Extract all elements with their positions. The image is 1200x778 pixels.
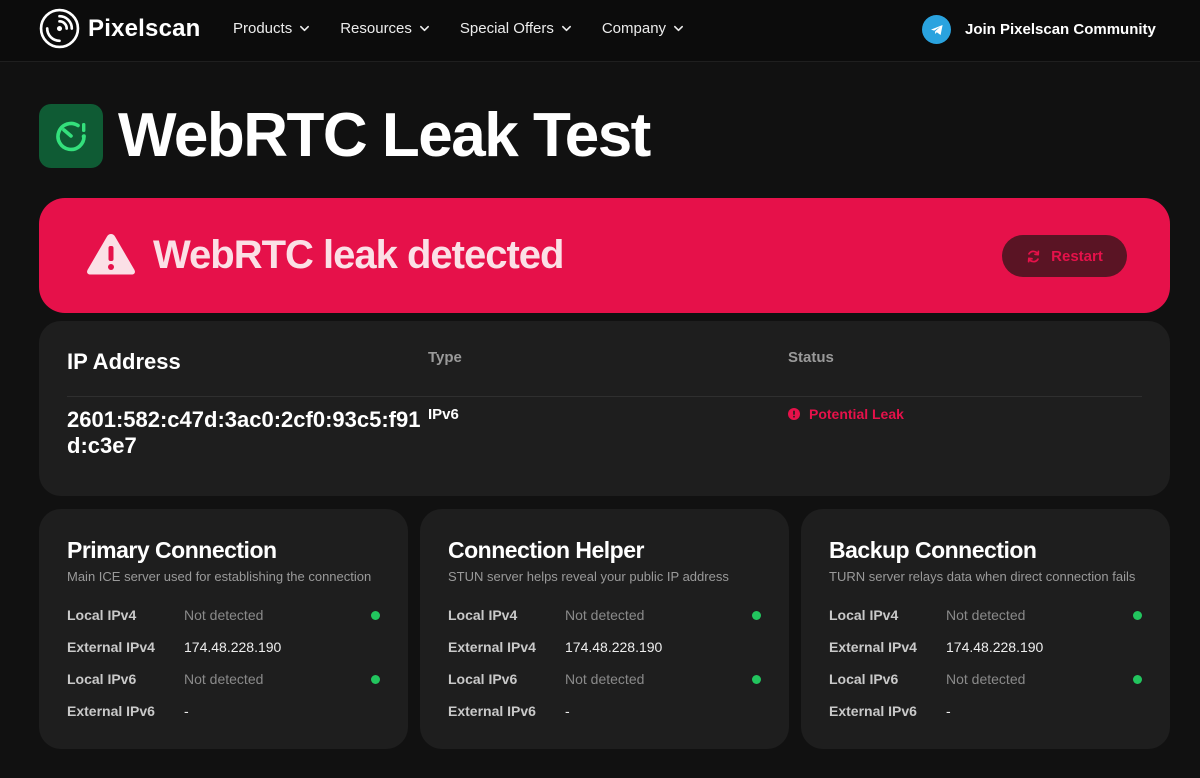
warning-icon bbox=[87, 234, 135, 275]
status-label: Potential Leak bbox=[809, 406, 904, 422]
alert-circle-icon bbox=[788, 408, 800, 420]
restart-label: Restart bbox=[1051, 247, 1103, 265]
chevron-down-icon bbox=[674, 25, 684, 32]
main-menu: Products Resources Special Offers Compan… bbox=[233, 20, 714, 37]
brand-logo[interactable]: Pixelscan bbox=[39, 8, 201, 49]
join-community-link[interactable]: Join Pixelscan Community bbox=[922, 15, 1156, 44]
nav-item-label: Company bbox=[601, 20, 667, 37]
row-value: - bbox=[946, 703, 951, 719]
row-local-ipv4: Local IPv4 Not detected bbox=[67, 605, 380, 625]
row-external-ipv4: External IPv4 174.48.228.190 bbox=[829, 637, 1142, 657]
row-external-ipv6: External IPv6 - bbox=[829, 701, 1142, 721]
nav-item-label: Products bbox=[233, 20, 293, 37]
row-label: External IPv4 bbox=[448, 639, 536, 655]
chevron-down-icon bbox=[419, 25, 429, 32]
column-header-type: Type bbox=[428, 349, 462, 366]
status-dot-icon bbox=[371, 611, 380, 620]
row-value: Not detected bbox=[946, 671, 1026, 687]
nav-item-label: Special Offers bbox=[459, 20, 554, 37]
row-value: Not detected bbox=[565, 671, 645, 687]
leak-status-message: WebRTC leak detected bbox=[153, 233, 564, 277]
row-external-ipv4: External IPv4 174.48.228.190 bbox=[67, 637, 380, 657]
community-label: Join Pixelscan Community bbox=[965, 21, 1156, 38]
status-dot-icon bbox=[1133, 675, 1142, 684]
row-label: External IPv4 bbox=[67, 639, 155, 655]
row-local-ipv4: Local IPv4 Not detected bbox=[829, 605, 1142, 625]
brand-name: Pixelscan bbox=[88, 14, 201, 42]
status-dot-icon bbox=[752, 675, 761, 684]
row-value: - bbox=[184, 703, 189, 719]
row-label: Local IPv4 bbox=[67, 607, 137, 623]
chevron-down-icon bbox=[300, 25, 310, 32]
card-title: Backup Connection bbox=[829, 537, 1037, 563]
ip-address-table: IP Address Type Status 2601:582:c47d:3ac… bbox=[39, 321, 1170, 496]
row-label: Local IPv4 bbox=[829, 607, 899, 623]
row-external-ipv6: External IPv6 - bbox=[448, 701, 761, 721]
row-value: Not detected bbox=[946, 607, 1026, 623]
row-local-ipv6: Local IPv6 Not detected bbox=[67, 669, 380, 689]
pixelscan-logo-icon bbox=[39, 8, 80, 49]
telegram-icon bbox=[922, 15, 951, 44]
card-title: Connection Helper bbox=[448, 537, 644, 563]
row-label: External IPv4 bbox=[829, 639, 917, 655]
page-title: WebRTC Leak Test bbox=[118, 101, 651, 170]
card-subtitle: Main ICE server used for establishing th… bbox=[67, 569, 372, 584]
top-navbar: Pixelscan Products Resources Special Off… bbox=[0, 0, 1200, 62]
row-value: 174.48.228.190 bbox=[946, 639, 1044, 655]
status-badge: Potential Leak bbox=[788, 406, 904, 422]
nav-item-special-offers[interactable]: Special Offers bbox=[460, 20, 572, 37]
backup-connection-card: Backup Connection TURN server relays dat… bbox=[801, 509, 1170, 749]
row-label: Local IPv6 bbox=[67, 671, 137, 687]
nav-item-company[interactable]: Company bbox=[602, 20, 684, 37]
row-value: 174.48.228.190 bbox=[184, 639, 282, 655]
card-subtitle: STUN server helps reveal your public IP … bbox=[448, 569, 729, 584]
card-subtitle: TURN server relays data when direct conn… bbox=[829, 569, 1136, 584]
chevron-down-icon bbox=[561, 25, 571, 32]
row-label: External IPv6 bbox=[67, 703, 155, 719]
row-label: Local IPv6 bbox=[448, 671, 518, 687]
row-local-ipv6: Local IPv6 Not detected bbox=[448, 669, 761, 689]
restart-button[interactable]: Restart bbox=[1002, 235, 1127, 277]
row-value: Not detected bbox=[184, 671, 264, 687]
row-external-ipv6: External IPv6 - bbox=[67, 701, 380, 721]
row-label: External IPv6 bbox=[829, 703, 917, 719]
connection-helper-card: Connection Helper STUN server helps reve… bbox=[420, 509, 789, 749]
row-value: 174.48.228.190 bbox=[565, 639, 663, 655]
primary-connection-card: Primary Connection Main ICE server used … bbox=[39, 509, 408, 749]
nav-item-resources[interactable]: Resources bbox=[340, 20, 430, 37]
nav-item-label: Resources bbox=[340, 20, 412, 37]
status-dot-icon bbox=[1133, 611, 1142, 620]
leak-alert-banner: WebRTC leak detected Restart bbox=[39, 198, 1170, 313]
status-dot-icon bbox=[371, 675, 380, 684]
row-label: Local IPv6 bbox=[829, 671, 899, 687]
row-value: Not detected bbox=[184, 607, 264, 623]
row-label: External IPv6 bbox=[448, 703, 536, 719]
ip-address-value: 2601:582:c47d:3ac0:2cf0:93c5:f91d:c3e7 bbox=[67, 407, 421, 458]
refresh-icon bbox=[1027, 250, 1040, 262]
column-header-status: Status bbox=[788, 349, 834, 366]
row-local-ipv4: Local IPv4 Not detected bbox=[448, 605, 761, 625]
row-local-ipv6: Local IPv6 Not detected bbox=[829, 669, 1142, 689]
row-value: - bbox=[565, 703, 570, 719]
ip-type-value: IPv6 bbox=[428, 406, 459, 423]
webrtc-alert-icon bbox=[39, 104, 103, 168]
card-title: Primary Connection bbox=[67, 537, 277, 563]
status-dot-icon bbox=[752, 611, 761, 620]
row-external-ipv4: External IPv4 174.48.228.190 bbox=[448, 637, 761, 657]
row-label: Local IPv4 bbox=[448, 607, 518, 623]
row-value: Not detected bbox=[565, 607, 645, 623]
nav-item-products[interactable]: Products bbox=[233, 20, 310, 37]
column-header-ip: IP Address bbox=[67, 349, 181, 374]
table-divider bbox=[67, 396, 1142, 397]
